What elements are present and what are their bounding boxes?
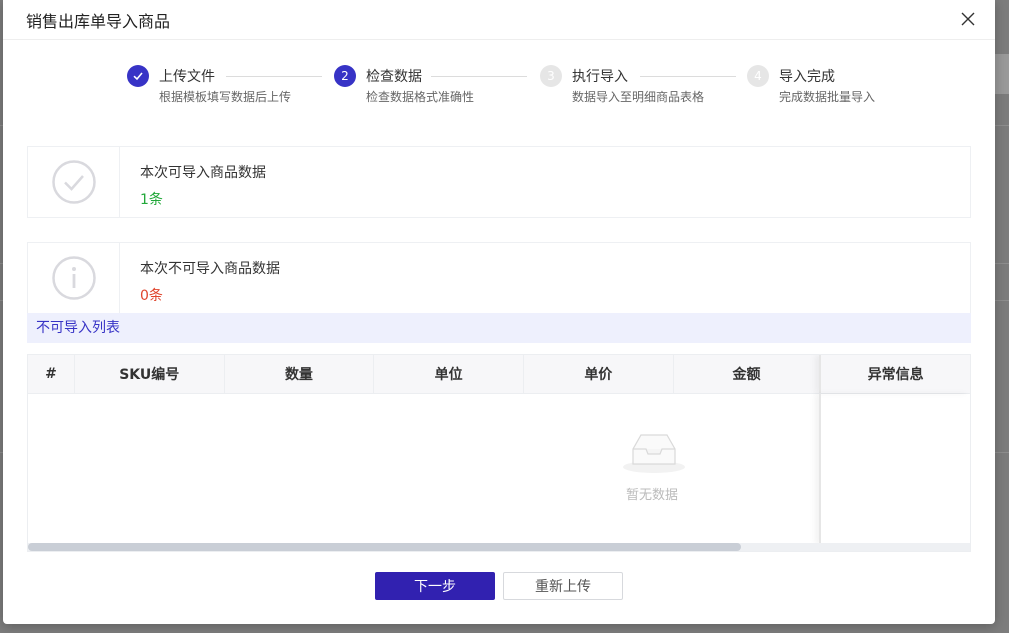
scrollbar-thumb[interactable]: [28, 543, 741, 551]
info-circle-icon: [51, 256, 96, 300]
empty-state: 暂无数据: [622, 430, 685, 503]
step-title: 上传文件: [159, 69, 215, 85]
table-body: 暂无数据: [28, 394, 970, 544]
column-header-index[interactable]: #: [28, 355, 75, 393]
not-importable-table: # SKU编号 数量 单位 单价 金额 异常信息 暂无数据: [27, 354, 971, 552]
card-icon-column: [28, 147, 120, 217]
step-desc: 数据导入至明细商品表格: [572, 90, 705, 104]
importable-label: 本次可导入商品数据: [140, 165, 266, 181]
column-header-quantity[interactable]: 数量: [225, 355, 375, 393]
step-desc: 完成数据批量导入: [779, 90, 876, 104]
not-importable-count: 0条: [140, 288, 163, 304]
column-header-sku[interactable]: SKU编号: [75, 355, 225, 393]
next-step-button[interactable]: 下一步: [375, 572, 495, 600]
step-title: 检查数据: [366, 69, 422, 85]
horizontal-scrollbar[interactable]: [28, 543, 970, 551]
empty-inbox-icon: [623, 434, 685, 473]
step-connector: [640, 76, 736, 77]
dialog-header: 销售出库单导入商品: [3, 0, 995, 40]
column-header-unit[interactable]: 单位: [374, 355, 524, 393]
step-desc: 根据模板填写数据后上传: [159, 90, 292, 104]
import-dialog: 销售出库单导入商品 上传文件 根据模板填写数据后上传 2 检查数据 检查数据格式…: [3, 0, 995, 624]
step-connector: [431, 76, 527, 77]
step-title: 导入完成: [779, 69, 835, 85]
check-circle-icon: [51, 160, 96, 204]
importable-count: 1条: [140, 192, 163, 208]
fixed-column-area: [819, 394, 970, 544]
step-desc: 检查数据格式准确性: [366, 90, 475, 104]
check-icon: [127, 65, 149, 87]
step-number: 2: [334, 65, 356, 87]
not-importable-card: 本次不可导入商品数据 0条: [27, 242, 971, 314]
not-importable-list-title: 不可导入列表: [27, 313, 971, 343]
step-number: 4: [747, 65, 769, 87]
not-importable-label: 本次不可导入商品数据: [140, 261, 280, 277]
importable-card: 本次可导入商品数据 1条: [27, 146, 971, 218]
step-title: 执行导入: [572, 69, 628, 85]
step-connector: [226, 76, 322, 77]
reupload-button[interactable]: 重新上传: [503, 572, 623, 600]
step-indicator: 上传文件 根据模板填写数据后上传 2 检查数据 检查数据格式准确性 3 执行导入…: [127, 64, 887, 108]
column-header-unit-price[interactable]: 单价: [524, 355, 674, 393]
close-icon: [961, 12, 975, 26]
empty-state-text: 暂无数据: [625, 488, 678, 503]
backdrop-strip: [995, 54, 1009, 94]
close-button[interactable]: [955, 6, 981, 32]
table-header: # SKU编号 数量 单位 单价 金额 异常信息: [28, 355, 970, 394]
dialog-title: 销售出库单导入商品: [26, 11, 171, 31]
card-icon-column: [28, 243, 120, 313]
column-header-amount[interactable]: 金额: [674, 355, 820, 393]
step-number: 3: [540, 65, 562, 87]
column-header-error-info[interactable]: 异常信息: [819, 355, 970, 393]
